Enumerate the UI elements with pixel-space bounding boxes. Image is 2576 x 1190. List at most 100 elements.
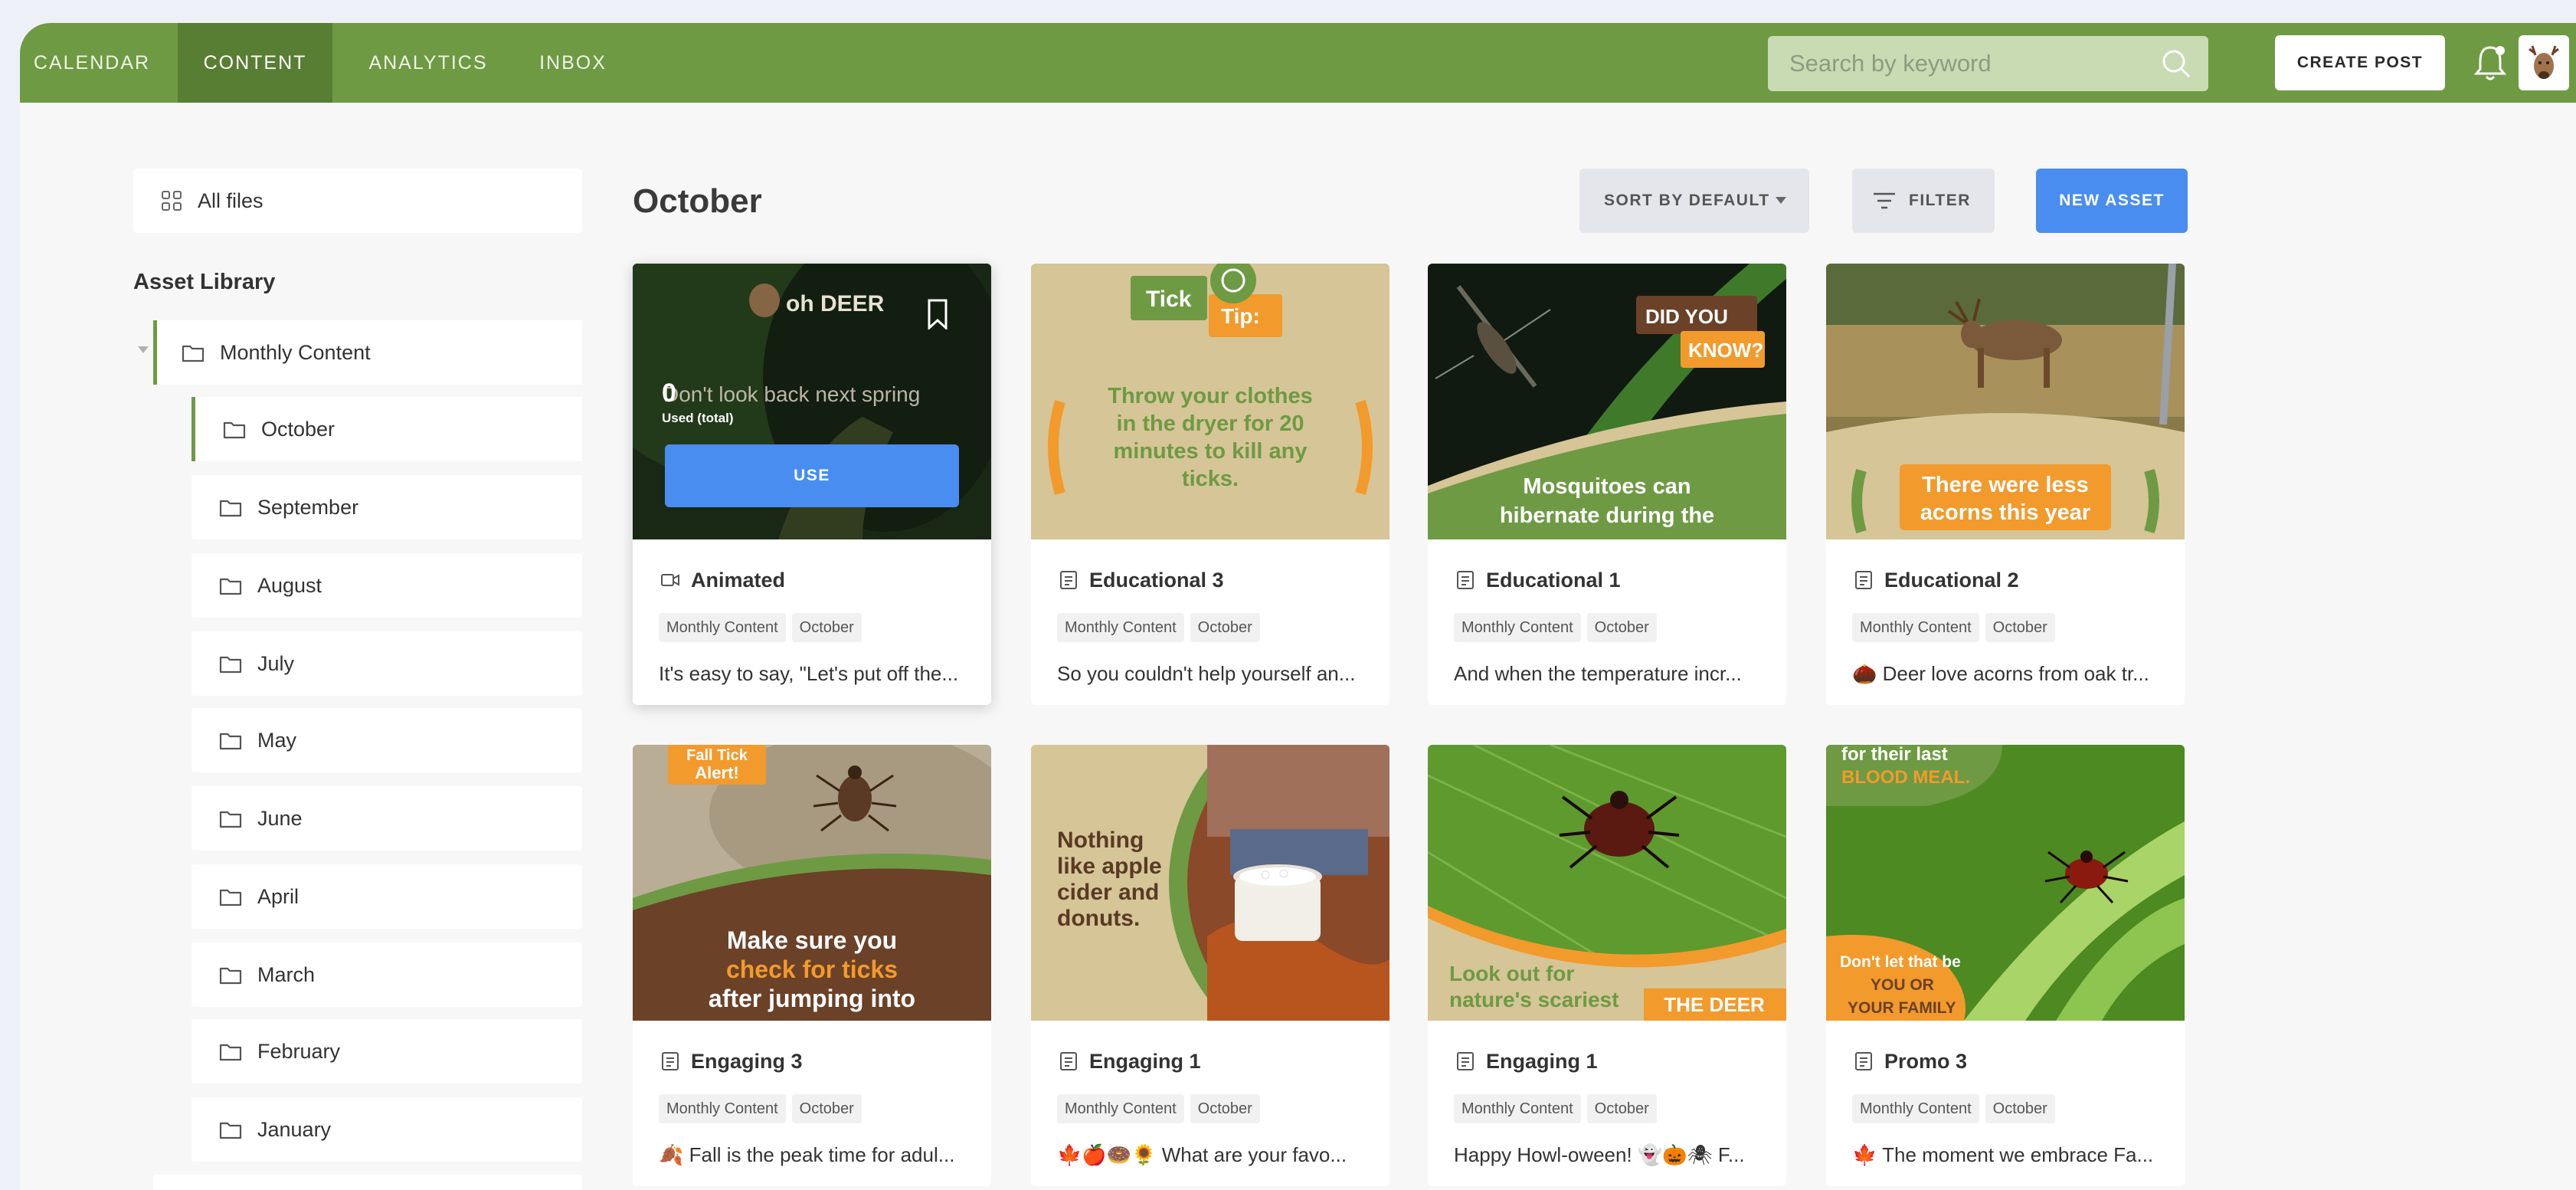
create-post-button[interactable]: CREATE POST [2275, 35, 2445, 90]
asset-card-educational-2[interactable]: There were less acorns this year Educati… [1826, 264, 2185, 705]
tag: October [791, 613, 862, 642]
thumb-text-line: minutes to kill any [1114, 439, 1308, 464]
tab-content[interactable]: CONTENT [178, 23, 332, 103]
asset-card-educational-1[interactable]: DID YOU KNOW? Mosquitoes can hibernate d… [1428, 264, 1786, 705]
filter-button[interactable]: FILTER [1852, 169, 1995, 233]
tag: October [1985, 1094, 2055, 1123]
folder-icon [219, 500, 242, 517]
bookmark-icon[interactable] [927, 299, 948, 329]
tag: October [1586, 1094, 1657, 1123]
card-description: 🍁 The moment we embrace Fa... [1852, 1143, 2154, 1166]
asset-thumbnail[interactable]: DID YOU KNOW? Mosquitoes can hibernate d… [1428, 264, 1786, 539]
search-box [1768, 36, 2208, 91]
new-asset-button[interactable]: NEW ASSET [2036, 169, 2188, 233]
sidebar-folder-monthly-content[interactable]: Monthly Content [153, 320, 582, 385]
tag: Monthly Content [1454, 613, 1581, 642]
search-icon[interactable] [2161, 48, 2191, 79]
thumb-text-line: acorns this year [1920, 500, 2090, 525]
asset-thumbnail[interactable]: Tick Tip: Throw your clothes in the drye… [1031, 264, 1389, 539]
card-title: Promo 3 [1854, 1050, 1967, 1074]
folder-icon [219, 733, 242, 750]
sidebar-folder-partial[interactable] [153, 1175, 582, 1190]
asset-card-engaging-1-tick[interactable]: Look out for nature's scariest THE DEER … [1428, 745, 1786, 1186]
thumb-text-line: Mosquitoes can [1523, 474, 1691, 499]
asset-card-educational-3[interactable]: Tick Tip: Throw your clothes in the drye… [1031, 264, 1389, 705]
badge-text: Alert! [695, 763, 738, 782]
card-title-text: Engaging 3 [691, 1050, 803, 1073]
all-files-button[interactable]: All files [133, 169, 582, 233]
tab-analytics[interactable]: ANALYTICS [346, 23, 510, 103]
document-icon [1855, 1052, 1872, 1070]
card-title-text: Educational 2 [1884, 569, 2019, 592]
tag: Monthly Content [1852, 1094, 1979, 1123]
tag-list: Monthly Content October [1454, 1094, 1663, 1125]
card-description: 🍂 Fall is the peak time for adul... [659, 1143, 955, 1166]
card-title: Animated [660, 569, 785, 592]
sidebar-folder-may[interactable]: May [191, 708, 582, 772]
document-icon [1060, 1052, 1077, 1070]
card-title-text: Promo 3 [1884, 1050, 1968, 1073]
card-title-text: Educational 3 [1089, 569, 1224, 592]
thumb-text-line: after jumping into [709, 985, 915, 1012]
tag-list: Monthly Content October [1057, 613, 1266, 644]
asset-card-engaging-3[interactable]: Fall Tick Alert! Make sure you check for… [633, 745, 991, 1186]
asset-thumbnail[interactable]: Nothing like apple cider and donuts. [1031, 745, 1389, 1021]
card-description: It's easy to say, "Let's put off the... [659, 662, 959, 685]
video-icon [661, 574, 679, 586]
badge-text: Tip: [1221, 304, 1260, 328]
thumb-text-line: cider and [1057, 880, 1159, 905]
sidebar-folder-july[interactable]: July [191, 631, 582, 696]
asset-card-engaging-1-cider[interactable]: Nothing like apple cider and donuts. Eng… [1031, 745, 1389, 1186]
asset-card-animated[interactable]: oh DEER Don't look back next spring 0 Us… [633, 264, 991, 705]
folder-icon [219, 811, 242, 828]
thumb-text-line: Make sure you [727, 926, 897, 954]
thumb-text-line: ticks. [1182, 467, 1239, 491]
tag: October [791, 1094, 862, 1123]
asset-thumbnail[interactable]: Look out for nature's scariest THE DEER [1428, 745, 1786, 1021]
folder-label: May [257, 729, 297, 752]
folder-label: March [257, 963, 316, 986]
asset-thumbnail[interactable]: for their last BLOOD MEAL. Don't let tha… [1826, 745, 2185, 1021]
use-button[interactable]: USE [665, 444, 959, 507]
folder-icon [219, 1122, 242, 1139]
folder-label: September [257, 496, 359, 519]
search-input[interactable] [1768, 36, 2208, 91]
card-title: Educational 1 [1455, 569, 1621, 592]
folder-icon [219, 889, 242, 906]
asset-thumbnail[interactable]: oh DEER Don't look back next spring 0 Us… [633, 264, 991, 539]
folder-icon [219, 578, 242, 595]
tag: Monthly Content [659, 1094, 786, 1123]
asset-thumbnail[interactable]: Fall Tick Alert! Make sure you check for… [633, 745, 991, 1021]
badge-text: KNOW? [1688, 339, 1763, 362]
sort-dropdown[interactable]: SORT BY DEFAULT [1579, 169, 1809, 233]
thumb-text-line: like apple [1057, 854, 1162, 879]
sidebar-folder-january[interactable]: January [191, 1097, 582, 1162]
sidebar-folder-october[interactable]: October [191, 397, 582, 461]
tag: October [1985, 613, 2055, 642]
folder-label: January [257, 1118, 332, 1141]
app-window: CALENDAR CONTENT ANALYTICS INBOX CREATE … [20, 23, 2576, 1190]
tab-inbox[interactable]: INBOX [519, 23, 627, 103]
tag: Monthly Content [659, 613, 786, 642]
folder-icon [223, 421, 246, 439]
card-title: Engaging 3 [660, 1050, 803, 1074]
tag: October [1586, 613, 1657, 642]
folder-icon [219, 967, 242, 985]
page-title: October [633, 182, 762, 220]
asset-thumbnail[interactable]: There were less acorns this year [1826, 264, 2185, 539]
tab-calendar[interactable]: CALENDAR [20, 23, 164, 103]
sidebar-folder-september[interactable]: September [191, 475, 582, 539]
sidebar-folder-february[interactable]: February [191, 1019, 582, 1083]
sidebar-folder-april[interactable]: April [191, 864, 582, 929]
bell-icon[interactable] [2471, 41, 2509, 84]
sidebar-folder-march[interactable]: March [191, 942, 582, 1007]
sidebar-folder-august[interactable]: August [191, 553, 582, 618]
avatar[interactable] [2519, 35, 2569, 90]
sidebar-folder-june[interactable]: June [191, 786, 582, 851]
collapse-caret-icon[interactable] [138, 346, 149, 353]
sort-label: SORT BY DEFAULT [1604, 192, 1770, 209]
folder-icon [182, 345, 205, 362]
tag-list: Monthly Content October [1454, 613, 1663, 644]
asset-card-promo-3[interactable]: for their last BLOOD MEAL. Don't let tha… [1826, 745, 2185, 1186]
thumb-text-line: There were less [1922, 473, 2089, 497]
